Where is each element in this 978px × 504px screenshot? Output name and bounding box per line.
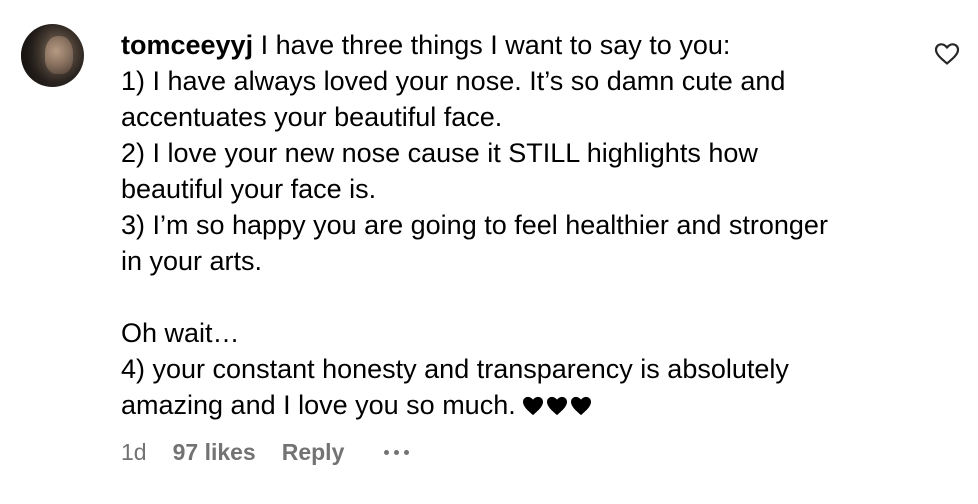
comment-line-11: amazing and I love you so much. [121,390,516,420]
more-dot [384,449,390,455]
avatar[interactable] [21,24,84,87]
comment-time[interactable]: 1d [121,439,147,466]
comment-line-1: I have three things I want to say to you… [253,30,731,60]
comment-line-9: Oh wait… [121,318,240,348]
heart-outline-icon [934,43,960,65]
heart-emojis [522,396,592,416]
black-heart-icon [522,396,543,416]
comment-line-6: 3) I’m so happy you are going to feel he… [121,210,828,240]
like-button[interactable] [934,42,960,66]
more-options-icon[interactable] [384,442,410,462]
comment-footer: 1d 97 likes Reply [121,436,410,468]
comment-username[interactable]: tomceeyyj [121,30,253,60]
more-dot [394,449,400,455]
comment-line-5: beautiful your face is. [121,174,377,204]
more-dot [404,449,410,455]
comment-line-4: 2) I love your new nose cause it STILL h… [121,138,758,168]
comment-line-3: accentuates your beautiful face. [121,102,503,132]
black-heart-icon [546,396,567,416]
comment-line-2: 1) I have always loved your nose. It’s s… [121,66,786,96]
likes-count[interactable]: 97 likes [173,439,256,466]
comment-text: tomceeyyj I have three things I want to … [121,27,921,423]
comment-line-10: 4) your constant honesty and transparenc… [121,354,789,384]
avatar-face [45,36,73,74]
comment: tomceeyyj I have three things I want to … [0,0,978,504]
reply-button[interactable]: Reply [282,439,345,466]
black-heart-icon [570,396,591,416]
comment-line-7: in your arts. [121,246,263,276]
